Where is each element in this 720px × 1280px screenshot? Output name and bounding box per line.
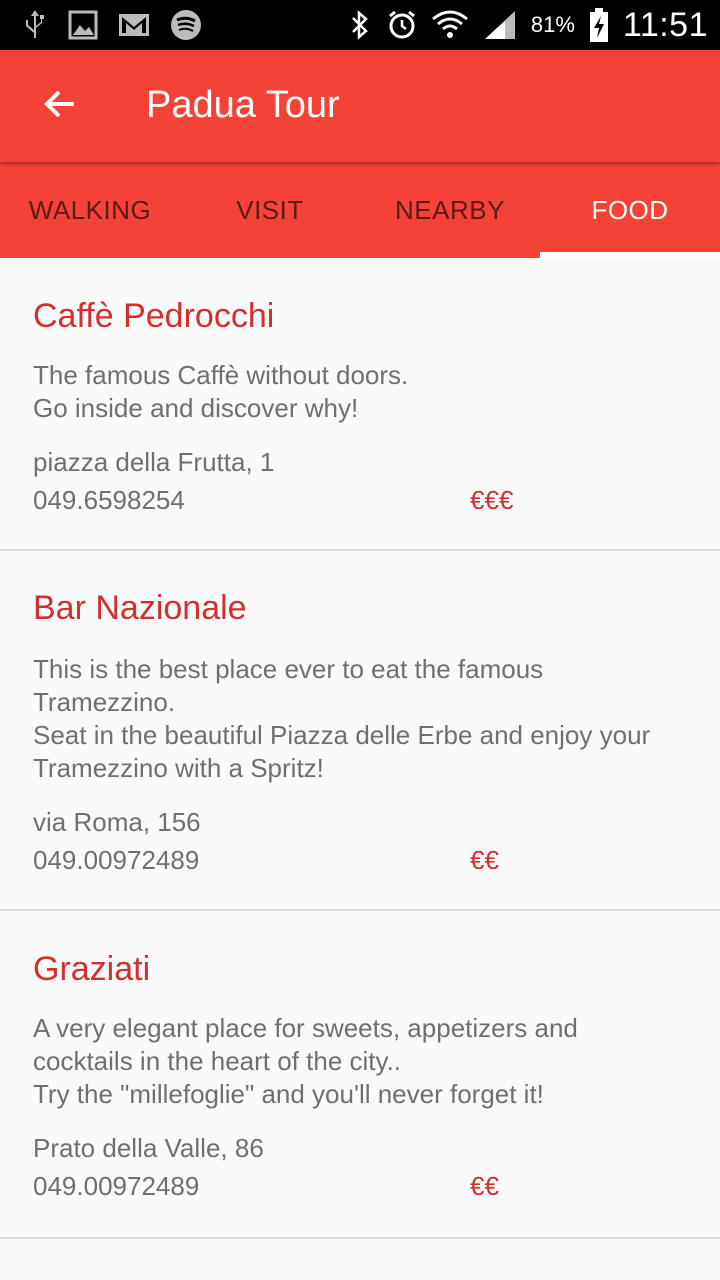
status-bar: 81% 11:51 bbox=[0, 0, 720, 50]
list-item[interactable]: Graziati A very elegant place for sweets… bbox=[0, 911, 720, 1239]
usb-icon bbox=[22, 8, 48, 42]
alarm-icon bbox=[387, 9, 417, 41]
gmail-icon bbox=[118, 12, 150, 38]
place-address: Prato della Valle, 86 bbox=[33, 1133, 264, 1163]
place-phone[interactable]: 049.6598254 bbox=[33, 484, 185, 517]
place-description: A very elegant place for sweets, appetiz… bbox=[33, 1013, 578, 1109]
wifi-icon bbox=[431, 9, 469, 41]
place-description: This is the best place ever to eat the f… bbox=[33, 654, 651, 783]
price-level: €€€ bbox=[470, 485, 514, 515]
spotify-icon bbox=[170, 9, 202, 41]
place-address: via Roma, 156 bbox=[33, 807, 201, 837]
place-address: piazza della Frutta, 1 bbox=[33, 447, 275, 477]
app-bar: Padua Tour bbox=[0, 50, 720, 162]
place-name: Graziati bbox=[33, 950, 151, 988]
price-level: €€ bbox=[470, 845, 499, 875]
tab-visit[interactable]: VISIT bbox=[180, 162, 360, 258]
signal-icon bbox=[483, 9, 517, 41]
tab-bar: WALKING VISIT NEARBY FOOD bbox=[0, 162, 720, 258]
tab-food[interactable]: FOOD bbox=[540, 162, 720, 258]
battery-charging-icon bbox=[589, 8, 609, 42]
tab-nearby[interactable]: NEARBY bbox=[360, 162, 540, 258]
place-name: Caffè Pedrocchi bbox=[33, 297, 275, 335]
place-phone[interactable]: 049.00972489 bbox=[33, 844, 199, 877]
list-item[interactable]: Bar Nazionale This is the best place eve… bbox=[0, 551, 720, 911]
price-level: €€ bbox=[470, 1171, 499, 1201]
places-list: Caffè Pedrocchi The famous Caffè without… bbox=[0, 258, 720, 1239]
list-item[interactable]: Caffè Pedrocchi The famous Caffè without… bbox=[0, 258, 720, 551]
back-button[interactable] bbox=[32, 78, 88, 134]
place-name: Bar Nazionale bbox=[33, 589, 247, 627]
place-phone[interactable]: 049.00972489 bbox=[33, 1170, 199, 1203]
tab-walking[interactable]: WALKING bbox=[0, 162, 180, 258]
battery-percent: 81% bbox=[530, 12, 575, 37]
bluetooth-icon bbox=[347, 9, 373, 41]
arrow-back-icon bbox=[42, 86, 78, 127]
image-icon bbox=[68, 10, 98, 40]
place-description: The famous Caffè without doors. Go insid… bbox=[33, 360, 409, 423]
status-time: 11:51 bbox=[622, 5, 708, 44]
app-title: Padua Tour bbox=[146, 84, 340, 126]
